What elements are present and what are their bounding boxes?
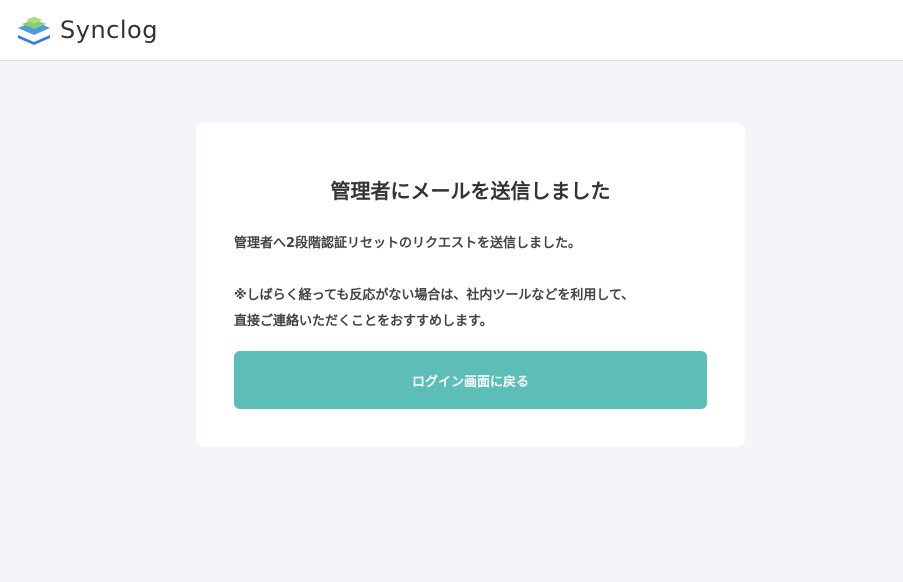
synclog-logo-icon xyxy=(18,16,50,45)
app-header: Synclog xyxy=(0,0,903,61)
brand-logo[interactable]: Synclog xyxy=(16,15,158,45)
advice-line-2: 直接ご連絡いただくことをおすすめします。 xyxy=(234,314,493,329)
advice-text: ※しばらく経っても反応がない場合は、社内ツールなどを利用して、 直接ご連絡いただ… xyxy=(234,283,714,335)
notification-card: 管理者にメールを送信しました 管理者へ2段階認証リセットのリクエストを送信しまし… xyxy=(196,123,745,447)
brand-name: Synclog xyxy=(60,16,158,44)
back-to-login-button[interactable]: ログイン画面に戻る xyxy=(234,351,707,409)
card-title: 管理者にメールを送信しました xyxy=(330,179,611,203)
advice-line-1: ※しばらく経っても反応がない場合は、社内ツールなどを利用して、 xyxy=(234,288,635,303)
message-sent-text: 管理者へ2段階認証リセットのリクエストを送信しました。 xyxy=(234,236,582,251)
